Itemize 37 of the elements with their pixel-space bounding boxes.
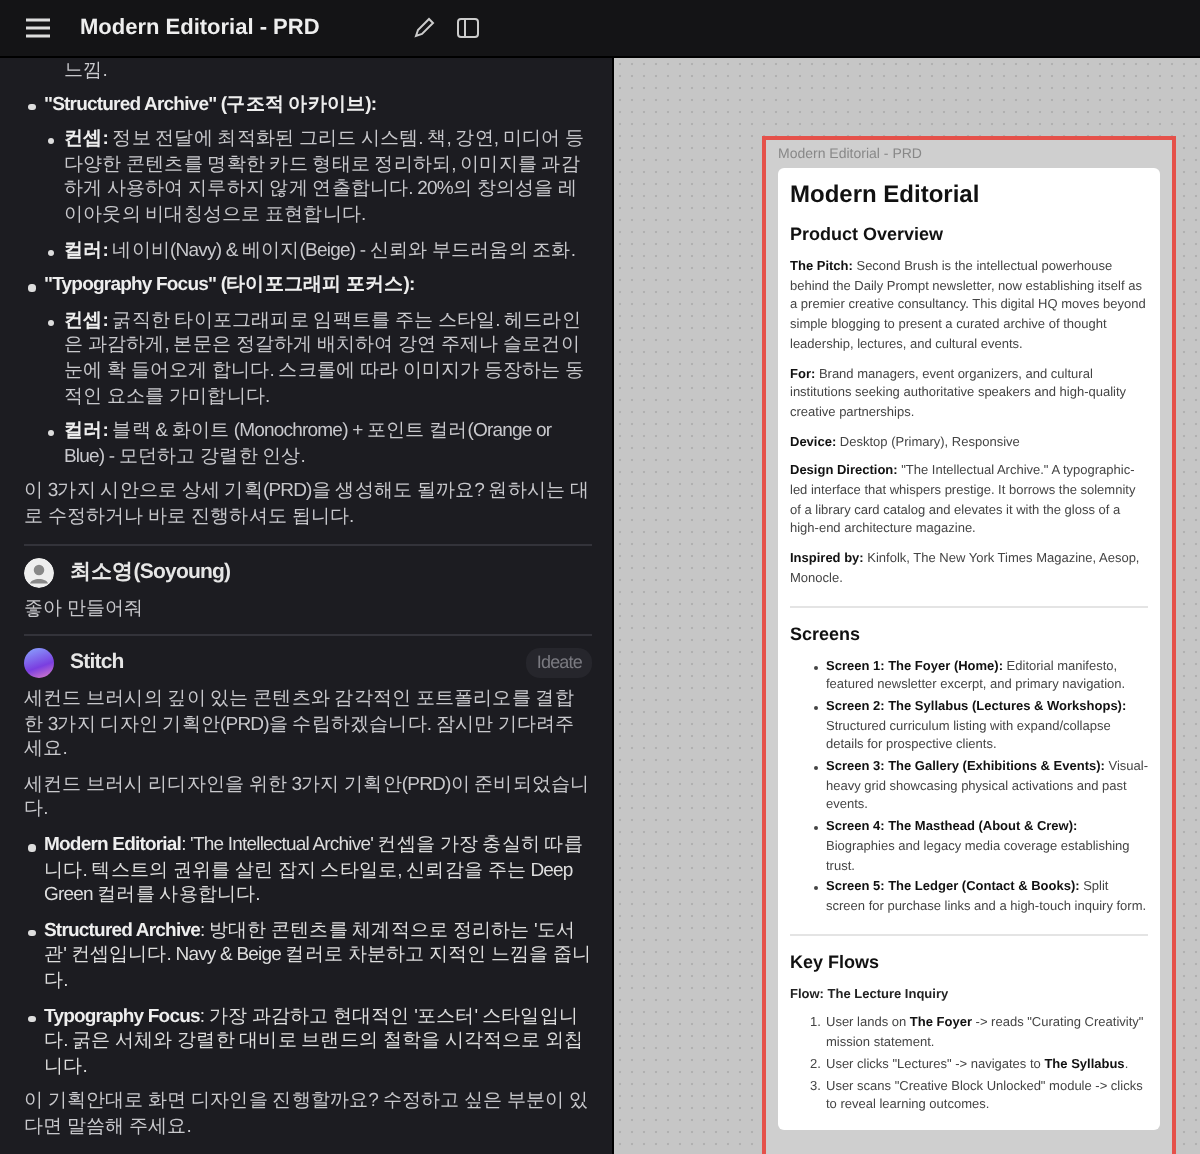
concept-point: 컬러: 블랙 & 화이트 (Monochrome) + 포인트 컬러(Orange or Blue) - 모던하고 강렬한 인상. [64, 420, 552, 468]
document-title: Modern Editorial - PRD [80, 16, 322, 40]
mode-badge: Ideate [526, 648, 592, 678]
concept-point: 컨셉: 정보 전달에 최적화된 그리드 시스템. 책, 강연, 미디어 등 다양한 콘텐츠를 명확한 카드 형태로 정리하되, 이미지를 과감하게 사용하여 지루하지 않게 연출합니다. 20%의 창의성을 레이아웃의 비대칭성으로 표현합니다. [64, 128, 585, 226]
message-text: 세컨드 브러시의 깊이 있는 콘텐츠와 감각적인 포트폴리오를 결합한 3가지 디자인 기획안(PRD)을 수립하겠습니다. 잠시만 기다려주세요. [24, 688, 577, 764]
pencil-icon[interactable] [412, 16, 436, 40]
sidebar-icon[interactable] [456, 16, 480, 40]
message-bullet: Modern Editorial: 'The Intellectual Archive' 컨셉을 가장 충실히 따릅니다. 텍스트의 권위를 살린 잡지 스타일로, 신뢰감을 주는 Deep Green 컬러를 사용합니다. [44, 834, 583, 907]
author-name: Stitch [70, 650, 126, 676]
message-bullet: Structured Archive: 방대한 콘텐츠를 체계적으로 정리하는 '도서관' 컨셉입니다. Navy & Beige 컬러로 차분하고 지적인 느낌을 줍니다. [44, 919, 592, 993]
concept-point: 컬러: 네이비(Navy) & 베이지(Beige) - 신뢰와 부드러움의 조화. [64, 239, 576, 262]
section-heading: Key Flows [790, 951, 882, 974]
message-text: 느낌. [64, 60, 107, 86]
message-text: 이 기획안대로 화면 디자인을 진행할까요? 수정하고 싶은 부분이 있다면 말씀해 주세요. [24, 1090, 590, 1142]
document-title: Modern Editorial [790, 180, 982, 208]
section-heading: Screens [790, 623, 863, 646]
bullet-icon [48, 138, 54, 145]
concept-point: 컨셉: 굵직한 타이포그래피로 임팩트를 주는 스타일. 헤드라인은 과감하게, 본문은 정갈하게 배치하여 강연 주제나 슬로건이 눈에 확 들어오게 합니다. 스크롤에 따라 이미지가 등장하는 동적인 요소를 가미합니다. [64, 309, 585, 408]
bullet-icon [28, 1015, 35, 1023]
author-name: 최소영(Soyoung) [70, 559, 233, 585]
bullet-icon [28, 844, 35, 852]
message-bullet: Typography Focus: 가장 과감하고 현대적인 '포스터' 스타일입니다. 굵은 서체와 강렬한 대비로 브랜드의 철학을 시각적으로 외칩니다. [44, 1005, 584, 1078]
message-text: 세컨드 브러시 리디자인을 위한 3가지 기획안(PRD)이 준비되었습니다. [24, 773, 592, 825]
concept-title: "Typography Focus" (타이포그래피 포커스): [44, 274, 415, 297]
menu-icon[interactable] [24, 16, 52, 40]
message-text: 좋아 만들어줘 [24, 597, 146, 623]
message-text: 이 3가지 시안으로 상세 기획(PRD)을 생성해도 될까요? 원하시는 대로 수정하거나 바로 진행하셔도 됩니다. [24, 480, 591, 531]
concept-title: "Structured Archive" (구조적 아카이브): [44, 93, 377, 116]
bullet-icon [48, 319, 54, 326]
bullet-icon [28, 284, 35, 292]
bullet-icon [28, 103, 35, 111]
agent-avatar-icon [24, 648, 54, 679]
bullet-icon [48, 249, 54, 256]
section-heading: Product Overview [790, 224, 946, 246]
bullet-icon [48, 430, 54, 437]
bullet-icon [28, 929, 35, 937]
user-avatar-icon [24, 557, 54, 587]
